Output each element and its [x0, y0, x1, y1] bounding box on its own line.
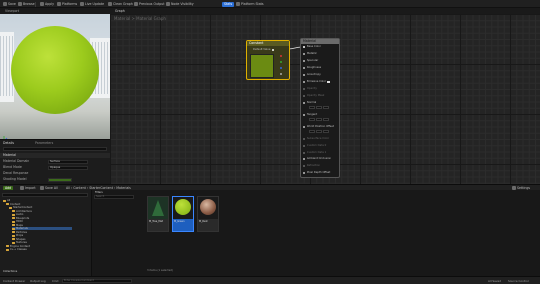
folder-icon: [12, 220, 15, 223]
asset-tile-selected[interactable]: M_Green: [172, 196, 194, 232]
constant-node-title: Constant: [247, 41, 289, 46]
tree-item[interactable]: C++ Classes: [6, 248, 27, 251]
folder-icon: [12, 210, 15, 213]
folder-icon: [12, 227, 15, 230]
folder-icon: [12, 213, 15, 216]
input-pin-icon: [303, 157, 306, 161]
folder-icon: [3, 199, 6, 202]
pin-subsurface-color[interactable]: Subsurface Color: [303, 137, 329, 141]
folder-icon: [6, 248, 9, 251]
pin-emissive[interactable]: Emissive Color: [303, 80, 330, 84]
asset-label: M_Tree_Mat: [149, 220, 163, 223]
wpo-vector-fields[interactable]: [309, 130, 329, 133]
pin-opacity[interactable]: Opacity: [303, 87, 317, 91]
input-pin-icon: [303, 144, 306, 148]
folder-icon: [12, 224, 15, 227]
pin-ambient-occlusion[interactable]: Ambient Occlusion: [303, 157, 331, 161]
filters-label[interactable]: Filters: [95, 191, 103, 194]
input-pin-icon: [303, 101, 306, 105]
input-pin-icon: [303, 87, 306, 91]
constant-node[interactable]: Constant Default Value: [246, 40, 290, 80]
pin-specular[interactable]: Specular: [303, 59, 318, 63]
folder-icon: [12, 217, 15, 220]
output-pin-icon[interactable]: [271, 48, 275, 52]
folder-icon: [6, 245, 9, 248]
asset-label: M_Green: [174, 220, 185, 223]
folder-icon: [12, 231, 15, 234]
tree-thumbnail-icon: [152, 200, 164, 216]
input-pin-icon: [303, 94, 306, 98]
input-pin-icon: [303, 59, 306, 63]
asset-tile[interactable]: M_Tree_Mat: [147, 196, 169, 232]
pin-refraction[interactable]: Refraction: [303, 164, 320, 168]
cmd-dropdown[interactable]: Cmd: [52, 279, 58, 283]
asset-thumbnail: [198, 197, 218, 219]
input-pin-icon: [303, 137, 306, 141]
content-drawer-button[interactable]: Content Drawer: [3, 279, 25, 283]
channel-pin-icon[interactable]: [280, 73, 283, 76]
pin-opacity-mask[interactable]: Opacity Mask: [303, 94, 324, 98]
folder-search-input[interactable]: [2, 193, 88, 197]
console-input[interactable]: Enter Console Command: [62, 279, 132, 283]
channel-pin-icon[interactable]: [280, 61, 283, 64]
folder-icon: [12, 234, 15, 237]
material-result-node[interactable]: Material Base Color Metallic Specular Ro…: [300, 38, 340, 178]
input-pin-icon: [303, 171, 306, 175]
folder-icon: [12, 238, 15, 241]
material-node-title: Material: [301, 39, 339, 44]
collections-header[interactable]: Collections: [3, 270, 17, 273]
pin-normal[interactable]: Normal: [303, 101, 316, 105]
asset-tile[interactable]: M_Rust: [197, 196, 219, 232]
pin-base-color[interactable]: Base Color: [303, 45, 321, 49]
input-pin-icon: [303, 80, 306, 84]
green-sphere-icon: [175, 199, 191, 215]
asset-thumbnail: [173, 197, 193, 219]
pin-pixel-depth-offset[interactable]: Pixel Depth Offset: [303, 171, 330, 175]
pin-world-position-offset[interactable]: World Position Offset: [303, 125, 334, 129]
input-pin-icon: [303, 151, 306, 155]
input-pin-icon: [303, 125, 306, 129]
rust-sphere-icon: [200, 199, 216, 215]
normal-vector-fields[interactable]: [309, 106, 329, 109]
constant-preview-swatch: [250, 54, 274, 78]
folder-icon: [12, 241, 15, 244]
pin-roughness[interactable]: Roughness: [303, 66, 321, 70]
input-pin-icon: [303, 66, 306, 70]
input-pin-icon: [303, 113, 306, 117]
pin-metallic[interactable]: Metallic: [303, 52, 317, 56]
folder-tree-panel: All Content StarterContent Architecture …: [0, 190, 92, 276]
folder-icon: [9, 206, 12, 209]
constant-node-output[interactable]: Default Value: [253, 48, 275, 52]
tangent-vector-fields[interactable]: [309, 118, 329, 121]
pin-custom-data-1[interactable]: Custom Data 1: [303, 151, 326, 155]
input-pin-icon: [303, 52, 306, 56]
pin-tangent[interactable]: Tangent: [303, 113, 317, 117]
asset-label: M_Rust: [199, 220, 208, 223]
color-swatch-icon: [327, 80, 330, 84]
status-bar: Content Drawer Output Log Cmd Enter Cons…: [0, 276, 540, 284]
input-pin-icon: [303, 164, 306, 168]
all-saved-indicator[interactable]: All Saved: [488, 279, 501, 283]
channel-pin-icon[interactable]: [280, 67, 283, 70]
asset-search-input[interactable]: Search: [94, 195, 134, 199]
input-pin-icon: [303, 73, 306, 77]
pin-anisotropy[interactable]: Anisotropy: [303, 73, 321, 77]
channel-pin-icon[interactable]: [280, 55, 283, 58]
asset-thumbnail: [148, 197, 168, 219]
pin-custom-data-0[interactable]: Custom Data 0: [303, 144, 326, 148]
input-pin-icon: [303, 45, 306, 49]
source-control-button[interactable]: Source Control: [508, 279, 529, 283]
output-log-button[interactable]: Output Log: [30, 279, 46, 283]
asset-count: 3 items (1 selected): [147, 269, 173, 272]
folder-icon: [6, 203, 9, 206]
